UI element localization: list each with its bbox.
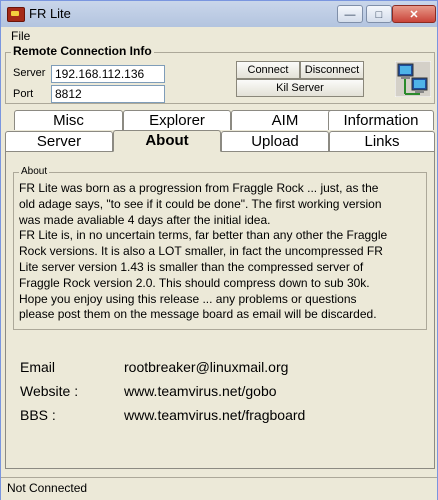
app-icon [7, 7, 25, 22]
tab-upload[interactable]: Upload [221, 131, 329, 151]
network-computers-icon [395, 61, 431, 97]
tab-information[interactable]: Information [328, 110, 434, 130]
menu-file[interactable]: File [11, 29, 30, 43]
title-bar[interactable]: FR Lite — □ ✕ [1, 1, 437, 28]
kill-server-button[interactable]: Kil Server [236, 79, 364, 97]
website-label: Website : [20, 383, 79, 399]
about-line: old adage says, "to see if it could be d… [19, 196, 382, 211]
website-value[interactable]: www.teamvirus.net/gobo [124, 383, 277, 399]
bbs-label: BBS : [20, 407, 56, 423]
about-line: FR Lite was born as a progression from F… [19, 181, 379, 195]
port-input[interactable] [51, 85, 165, 103]
about-line: please post them on the message board as… [19, 307, 377, 322]
disconnect-button[interactable]: Disconnect [300, 61, 364, 79]
server-label: Server [13, 67, 46, 79]
tab-aim[interactable]: AIM [231, 110, 339, 130]
email-label: Email [20, 359, 56, 375]
email-value[interactable]: rootbreaker@linuxmail.org [124, 359, 288, 375]
minimize-button[interactable]: — [337, 5, 363, 23]
menu-bar: File [1, 27, 437, 45]
about-group-title: About [19, 166, 50, 177]
about-line: Rock versions. It is also a LOT smaller,… [19, 244, 383, 259]
port-label: Port [13, 88, 34, 100]
about-line: FR Lite is, in no uncertain terms, far b… [19, 228, 388, 243]
remote-connection-title: Remote Connection Info [11, 44, 154, 58]
status-text: Not Connected [7, 481, 88, 495]
maximize-button[interactable]: □ [366, 5, 392, 23]
window-title: FR Lite [29, 6, 71, 21]
server-input[interactable] [51, 65, 165, 83]
status-bar: Not Connected [1, 477, 437, 500]
tab-about[interactable]: About [113, 130, 221, 152]
tab-explorer[interactable]: Explorer [123, 110, 231, 130]
about-line: was made avaliable 4 days after the init… [19, 212, 271, 227]
close-button[interactable]: ✕ [392, 5, 436, 23]
app-window: FR Lite — □ ✕ File Remote Connection Inf… [0, 0, 438, 500]
about-line: Hope you enjoy using this release ... an… [19, 291, 357, 306]
tab-misc[interactable]: Misc [14, 110, 123, 130]
bbs-value[interactable]: www.teamvirus.net/fragboard [124, 407, 305, 423]
tab-links[interactable]: Links [329, 131, 435, 151]
tab-server[interactable]: Server [5, 131, 113, 151]
about-line: Lite server version 1.43 is smaller than… [19, 259, 364, 274]
connect-button[interactable]: Connect [236, 61, 300, 79]
about-line: Fraggle Rock version 2.0. This should co… [19, 275, 370, 290]
about-description: FR Lite was born as a progression from F… [19, 181, 425, 323]
